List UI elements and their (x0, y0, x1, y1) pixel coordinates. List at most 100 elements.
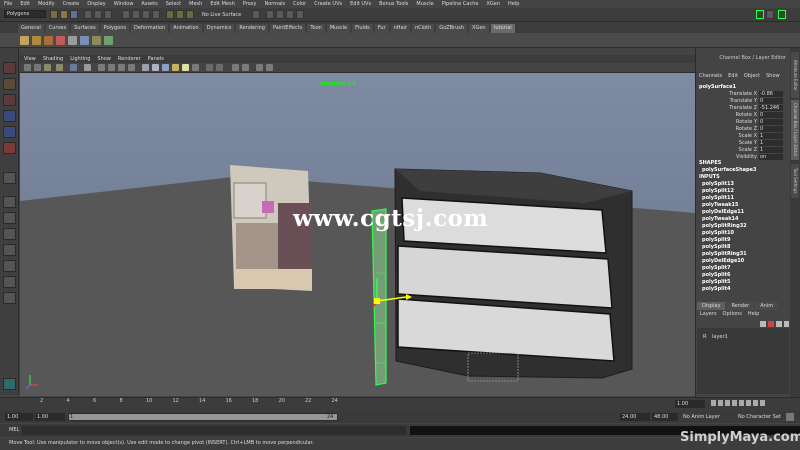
channel-menu-show[interactable]: Show (766, 73, 780, 81)
play-forwards-icon[interactable] (739, 400, 744, 406)
playback-end-field[interactable]: 24.00 (620, 413, 650, 421)
menu-pipeline-cache[interactable]: Pipeline Cache (442, 1, 479, 7)
input-node[interactable]: polySplit13 (702, 181, 734, 187)
motion-blur-icon[interactable] (266, 64, 273, 71)
attr-value[interactable]: 1 (759, 147, 783, 153)
step-back-frame-icon[interactable] (725, 400, 730, 406)
ipr-render-icon[interactable] (286, 10, 294, 19)
layout-two-icon[interactable] (3, 228, 16, 240)
start-time-field[interactable]: 1.00 (5, 413, 33, 421)
shape-node[interactable]: polySurfaceShape3 (702, 167, 757, 173)
shelf-sphere-icon[interactable] (32, 36, 41, 45)
render-settings-icon[interactable] (296, 10, 304, 19)
shelf-bevel-icon[interactable] (80, 36, 89, 45)
select-camera-icon[interactable] (24, 64, 31, 71)
layout-persp-outliner-icon[interactable] (3, 244, 16, 256)
menu-color[interactable]: Color (293, 1, 306, 7)
resolution-gate-icon[interactable] (108, 64, 115, 71)
shelf-tab-animation[interactable]: Animation (170, 24, 202, 33)
tool-settings-tab[interactable]: Tool Settings (791, 164, 799, 198)
attr-value[interactable]: 1 (759, 140, 783, 146)
shadows-icon[interactable] (192, 64, 199, 71)
snap-point-icon[interactable] (186, 10, 194, 19)
rotate-tool-icon[interactable] (3, 126, 16, 138)
attr-value[interactable]: -0.86 (759, 91, 783, 97)
current-time-field[interactable]: 1.00 (675, 400, 705, 408)
step-back-key-icon[interactable] (718, 400, 723, 406)
layer-options-icon-2[interactable] (784, 321, 789, 327)
layer-item-layer1[interactable]: layer1 (712, 334, 728, 340)
layer-render-flag[interactable]: R (703, 334, 706, 340)
menu-help[interactable]: Help (508, 1, 519, 7)
menu-modify[interactable]: Modify (38, 1, 55, 7)
layout-four-icon[interactable] (3, 212, 16, 224)
menu-edit[interactable]: Edit (20, 1, 30, 7)
shelf-tab-curves[interactable]: Curves (45, 24, 70, 33)
layer-tab-anim[interactable]: Anim (755, 302, 779, 310)
mel-input[interactable] (22, 426, 406, 435)
channel-box-tab[interactable]: Channel Box / Layer Editor (791, 100, 799, 160)
render-frame-icon[interactable] (276, 10, 284, 19)
construction-history-icon[interactable] (252, 10, 260, 19)
shelf-tab-dynamics[interactable]: Dynamics (203, 24, 235, 33)
scale-tool-icon[interactable] (3, 142, 16, 154)
shelf-tab-deformation[interactable]: Deformation (131, 24, 169, 33)
input-node[interactable]: polySplit4 (702, 286, 730, 292)
shelf-tab-fluids[interactable]: Fluids (352, 24, 373, 33)
layer-tab-display[interactable]: Display (697, 302, 726, 310)
pick-mask-icon-3[interactable] (142, 10, 150, 19)
shelf-tab-gozbrush[interactable]: GoZBrush (436, 24, 468, 33)
auto-key-icon[interactable] (786, 413, 794, 421)
select-hierarchy-icon[interactable] (84, 10, 92, 19)
viewport-menu-view[interactable]: View (24, 56, 36, 62)
play-backwards-icon[interactable] (732, 400, 737, 406)
wireframe-on-shaded-icon[interactable] (162, 64, 169, 71)
layout-persp-graph-icon[interactable] (3, 260, 16, 272)
layer-options-icon[interactable] (776, 321, 782, 327)
paint-select-tool-icon[interactable] (3, 94, 16, 106)
wireframe-icon[interactable] (142, 64, 149, 71)
attr-value[interactable]: 1 (759, 133, 783, 139)
menu-normals[interactable]: Normals (264, 1, 285, 7)
attr-value[interactable]: -51.246 (759, 105, 783, 111)
2d-pan-zoom-icon[interactable] (70, 64, 77, 71)
input-node[interactable]: polyTweak15 (702, 202, 739, 208)
move-tool-icon[interactable] (3, 110, 16, 122)
shelf-tab-surfaces[interactable]: Surfaces (71, 24, 99, 33)
menu-select[interactable]: Select (166, 1, 181, 7)
last-tool-icon[interactable] (3, 172, 16, 184)
menu-edit-uvs[interactable]: Edit UVs (350, 1, 371, 7)
pick-mask-icon[interactable] (122, 10, 130, 19)
input-node[interactable]: polyTweak14 (702, 216, 739, 222)
smooth-shade-icon[interactable] (152, 64, 159, 71)
anim-layer-selector[interactable]: No Anim Layer (683, 414, 720, 420)
show-attribute-editor-icon[interactable] (756, 10, 764, 19)
input-node[interactable]: polySplit11 (702, 195, 734, 201)
shelf-cylinder-icon[interactable] (44, 36, 53, 45)
mode-selector[interactable]: Polygons (4, 10, 46, 18)
layout-custom-icon[interactable] (3, 292, 16, 304)
viewport-menu-renderer[interactable]: Renderer (118, 56, 141, 62)
layout-single-icon[interactable] (3, 196, 16, 208)
lasso-tool-icon[interactable] (3, 78, 16, 90)
bookmark-icon[interactable] (44, 64, 51, 71)
menu-create[interactable]: Create (63, 1, 80, 7)
layout-hypershade-icon[interactable] (3, 276, 16, 288)
snap-curve-icon[interactable] (176, 10, 184, 19)
input-node[interactable]: polySplit6 (702, 272, 730, 278)
xray-icon[interactable] (216, 64, 223, 71)
menu-create-uvs[interactable]: Create UVs (314, 1, 342, 7)
lights-icon[interactable] (182, 64, 189, 71)
viewport-menu-shading[interactable]: Shading (43, 56, 63, 62)
channel-menu-channels[interactable]: Channels (699, 73, 722, 81)
shelf-plane-icon[interactable] (56, 36, 65, 45)
film-gate-icon[interactable] (98, 64, 105, 71)
shelf-tab-fur[interactable]: Fur (374, 24, 389, 33)
layer-tab-render[interactable]: Render (726, 302, 755, 310)
input-node[interactable]: polyDelEdge11 (702, 209, 744, 215)
field-chart-icon[interactable] (128, 64, 135, 71)
shelf-extrude-icon[interactable] (68, 36, 77, 45)
shelf-split-icon[interactable] (92, 36, 101, 45)
render-view-icon[interactable] (266, 10, 274, 19)
input-node[interactable]: polySplit10 (702, 230, 734, 236)
